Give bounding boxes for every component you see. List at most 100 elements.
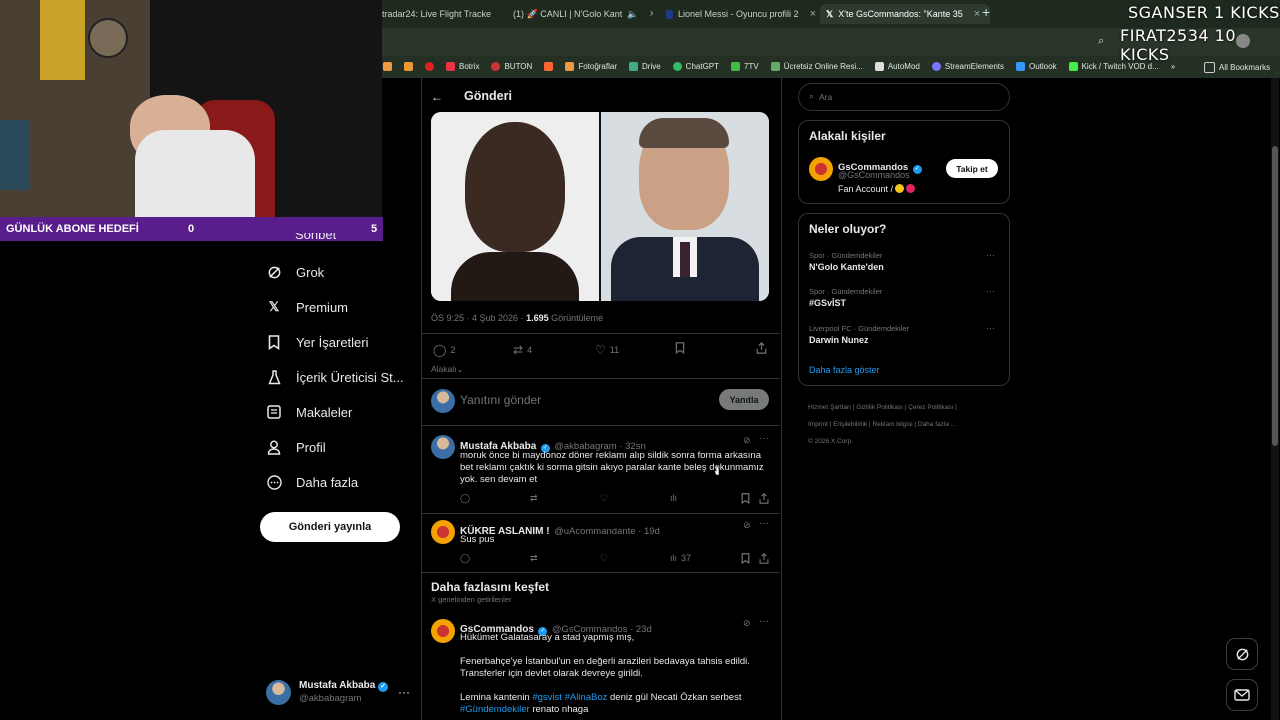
list-item[interactable]: GsCommandos ✓ @GsCommandos · 23d ⊘ ··· H… (431, 616, 771, 720)
bookmark-icon (266, 334, 282, 350)
bookmark-item[interactable]: Ücretsiz Online Resi... (770, 62, 863, 71)
views-action[interactable]: ılı (670, 493, 681, 503)
bookmark-item[interactable]: Outlook (1016, 62, 1057, 71)
repost-action[interactable]: ⇄ (530, 553, 538, 564)
footer-link[interactable]: Çerez Politikası (908, 404, 953, 411)
bookmark-item[interactable]: Fotoğraflar (565, 62, 617, 71)
divider (421, 513, 780, 514)
reply-action[interactable]: ◯ (460, 553, 470, 564)
post-media[interactable] (431, 112, 769, 301)
browser-tab[interactable]: tradar24: Live Flight Tracke× (382, 4, 497, 24)
grok-icon[interactable]: ⊘ (743, 435, 751, 446)
relevance-dropdown[interactable]: Alakalı⌄ (431, 364, 464, 375)
reply-input[interactable]: Yanıtını gönder (460, 393, 541, 407)
more-dots-icon[interactable]: ··· (759, 616, 769, 627)
trend-item[interactable]: Spor · Gündemdekiler N'Golo Kante'den ··… (809, 250, 999, 272)
bookmark-action[interactable] (741, 493, 750, 504)
list-item[interactable]: KÜKRE ASLANIM ! @uAcommandante · 19d ⊘ ·… (431, 518, 771, 569)
bookmark-item[interactable] (544, 62, 554, 71)
nav-item-creator-studio[interactable]: İçerik Üreticisi St... (266, 369, 404, 385)
close-icon[interactable]: × (810, 8, 816, 20)
footer-link[interactable]: Gizlilik Politikası (856, 404, 903, 411)
trend-item[interactable]: Liverpool FC · Gündemdekiler Darwin Nune… (809, 323, 999, 345)
footer-link[interactable]: Reklam bilgisi (872, 421, 912, 428)
close-icon[interactable]: × (650, 8, 653, 20)
reply-action[interactable]: ◯ (460, 493, 470, 504)
divider (421, 333, 780, 334)
footer-link[interactable]: Hizmet Şartları (808, 404, 851, 411)
nav-item-premium[interactable]: 𝕏 Premium (266, 299, 348, 315)
bookmark-item[interactable]: StreamElements (931, 62, 1004, 71)
search-input[interactable]: ⌕ Ara (798, 83, 1010, 111)
post-image-left[interactable] (431, 112, 599, 301)
new-tab-button[interactable]: + (982, 4, 990, 20)
grok-icon[interactable]: ⊘ (743, 520, 751, 531)
show-more-link[interactable]: Daha fazla göster (809, 365, 880, 375)
nav-item-articles[interactable]: Makaleler (266, 404, 352, 420)
share-action[interactable] (759, 553, 769, 564)
divider (421, 425, 780, 426)
repost-action[interactable]: ⇄ 4 (513, 343, 532, 357)
grok-icon[interactable]: ⊘ (743, 618, 751, 629)
speaker-icon[interactable]: 🔈 (627, 9, 638, 20)
like-action[interactable]: ♡ (600, 493, 608, 504)
nav-item-grok[interactable]: Grok (266, 264, 324, 280)
avatar (431, 520, 455, 544)
hashtag-link[interactable]: #gsvist (532, 692, 562, 703)
close-icon[interactable]: × (974, 8, 980, 20)
footer-link[interactable]: Daha fazla ... (918, 421, 956, 428)
account-switcher[interactable]: Mustafa Akbaba ✓ @akbabagram ··· (266, 679, 416, 707)
like-action[interactable]: ♡ (600, 553, 608, 564)
more-dots-icon[interactable]: ··· (986, 323, 995, 333)
post-button[interactable]: Gönderi yayınla (260, 512, 400, 542)
zoom-icon[interactable]: ⌕ (1098, 35, 1104, 48)
reply-action[interactable]: ◯ 2 (433, 343, 455, 357)
hashtag-link[interactable]: #AlinaBoz (562, 692, 608, 703)
footer-link[interactable]: Imprint (808, 421, 828, 428)
scrollbar-thumb[interactable] (1272, 146, 1278, 446)
bookmark-action[interactable] (675, 342, 685, 354)
reply-button[interactable]: Yanıtla (719, 389, 769, 410)
more-dots-icon[interactable]: ··· (986, 250, 995, 260)
more-dots-icon[interactable]: ··· (759, 518, 769, 529)
bookmark-item[interactable] (425, 62, 434, 71)
bookmark-item[interactable]: Botrix (446, 62, 479, 71)
browser-tab-active[interactable]: 𝕏 X'te GsCommandos: "Kante 35 × (820, 4, 990, 24)
bookmark-item[interactable] (404, 62, 413, 71)
bookmark-action[interactable] (741, 553, 750, 564)
bookmark-item[interactable]: Drive (629, 62, 661, 71)
bookmark-item[interactable]: AutoMod (874, 62, 920, 71)
like-action[interactable]: ♡ 11 (595, 343, 619, 357)
more-dots-icon[interactable]: ··· (759, 433, 769, 444)
back-arrow-icon[interactable]: ← (431, 90, 443, 104)
messages-fab[interactable] (1226, 679, 1258, 711)
bookmark-item[interactable]: 7TV (731, 62, 759, 71)
more-dots-icon[interactable]: ··· (986, 286, 995, 296)
nav-item-more[interactable]: Daha fazla (266, 474, 358, 490)
footer-link[interactable]: Erişilebilirlik (833, 421, 867, 428)
grok-fab[interactable] (1226, 638, 1258, 670)
share-action[interactable] (759, 493, 769, 504)
nav-item-chat-partial[interactable]: Sohbet (295, 233, 336, 242)
hashtag-link[interactable]: #Gündemdekiler (460, 704, 530, 715)
kicks-alert-2: FIRAT2534 10 KICKS (1120, 26, 1237, 64)
views-action[interactable]: ılı 37 (670, 553, 691, 563)
repost-action[interactable]: ⇄ (530, 493, 538, 504)
more-dots-icon[interactable]: ··· (398, 685, 410, 699)
related-handle: @GsCommandos (838, 170, 910, 180)
nav-item-profile[interactable]: Profil (266, 439, 326, 455)
scrollbar[interactable] (1271, 78, 1279, 720)
nav-item-bookmarks[interactable]: Yer İşaretleri (266, 334, 369, 350)
follow-button[interactable]: Takip et (946, 159, 998, 178)
bookmark-item[interactable]: BUTON (491, 62, 532, 71)
kicks-alert-1: SGANSER 1 KICKS (1128, 3, 1280, 22)
share-action[interactable] (756, 342, 767, 354)
browser-tab[interactable]: Lionel Messi - Oyuncu profili 2 × (666, 4, 816, 24)
browser-tab[interactable]: (1) 🚀 CANLI | N'Golo Kant 🔈 × (508, 4, 653, 24)
repost-icon: ⇄ (513, 343, 524, 357)
bookmark-item[interactable] (383, 62, 392, 71)
trend-item[interactable]: Spor · Gündemdekiler #GSvİST ··· (809, 286, 999, 308)
bookmark-item[interactable]: ChatGPT (672, 62, 719, 71)
post-image-right[interactable] (601, 112, 769, 301)
avatar (809, 157, 833, 181)
